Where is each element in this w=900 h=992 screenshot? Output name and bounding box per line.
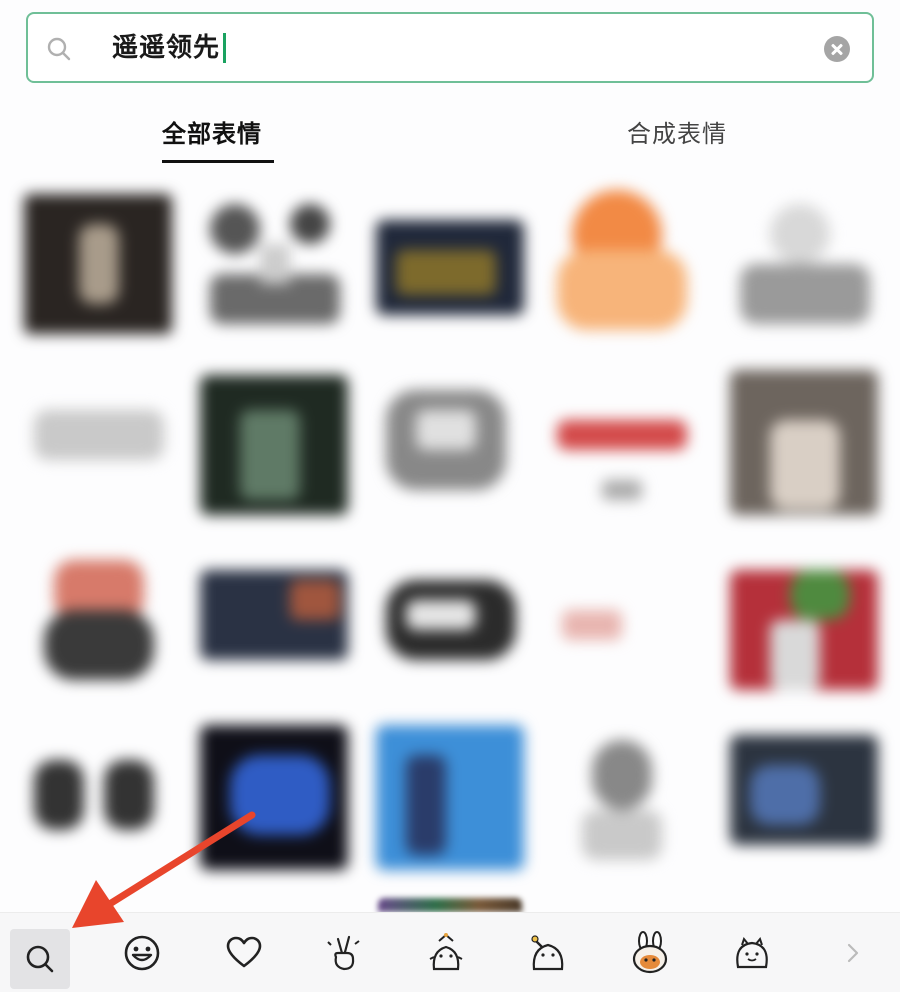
search-icon bbox=[26, 945, 54, 973]
peace-hand-icon bbox=[327, 935, 360, 971]
sticker-item[interactable] bbox=[200, 370, 350, 520]
sticker-pack-icon bbox=[531, 935, 564, 971]
search-input[interactable]: 遥遥领先 bbox=[112, 31, 227, 65]
toolbar-favorites-button[interactable] bbox=[222, 931, 266, 975]
search-bar[interactable]: 遥遥领先 bbox=[26, 12, 874, 83]
toolbar-search-button[interactable] bbox=[10, 929, 70, 989]
sticker-item[interactable] bbox=[24, 194, 174, 344]
sticker-item[interactable] bbox=[376, 370, 526, 520]
toolbar-more-button[interactable] bbox=[838, 931, 868, 975]
sticker-item[interactable] bbox=[552, 730, 702, 880]
search-icon bbox=[47, 37, 71, 61]
sticker-toolbar bbox=[0, 912, 900, 992]
sticker-search-panel: 遥遥领先 全部表情 合成表情 bbox=[0, 0, 900, 992]
sticker-item[interactable] bbox=[552, 570, 702, 720]
sticker-pack-icon bbox=[736, 936, 768, 969]
toolbar-pack-button-4[interactable] bbox=[628, 931, 672, 975]
sticker-item[interactable] bbox=[730, 194, 880, 344]
sticker-item[interactable] bbox=[730, 560, 880, 710]
clear-icon[interactable] bbox=[824, 36, 850, 62]
toolbar-pack-button-2[interactable] bbox=[424, 931, 468, 975]
sticker-item-partial[interactable] bbox=[378, 898, 522, 912]
toolbar-pack-button-1[interactable] bbox=[322, 931, 366, 975]
heart-icon bbox=[226, 936, 262, 968]
chevron-right-icon bbox=[847, 943, 859, 963]
toolbar-pack-button-5[interactable] bbox=[730, 931, 774, 975]
sticker-item[interactable] bbox=[376, 550, 526, 700]
sticker-item[interactable] bbox=[24, 370, 174, 520]
sticker-item[interactable] bbox=[376, 210, 526, 360]
sticker-pack-icon bbox=[429, 933, 463, 971]
sticker-item[interactable] bbox=[24, 730, 174, 880]
sticker-item[interactable] bbox=[200, 194, 350, 344]
sticker-item[interactable] bbox=[730, 370, 880, 520]
sticker-item[interactable] bbox=[730, 735, 880, 885]
sticker-item[interactable] bbox=[552, 190, 702, 340]
rabbit-sticker-icon bbox=[632, 931, 668, 974]
sticker-item[interactable] bbox=[200, 570, 350, 720]
toolbar-emoji-button[interactable] bbox=[120, 931, 164, 975]
sticker-item[interactable] bbox=[552, 370, 702, 520]
toolbar-pack-button-3[interactable] bbox=[526, 931, 570, 975]
emoji-face-icon bbox=[124, 935, 160, 971]
sticker-item[interactable] bbox=[200, 725, 350, 875]
sticker-item[interactable] bbox=[376, 725, 526, 875]
search-query: 遥遥领先 bbox=[112, 33, 221, 63]
sticker-grid bbox=[0, 180, 900, 880]
tab-all-stickers[interactable]: 全部表情 bbox=[162, 116, 262, 152]
tab-synthesized-stickers[interactable]: 合成表情 bbox=[627, 116, 727, 152]
active-tab-underline bbox=[162, 160, 274, 163]
sticker-item[interactable] bbox=[24, 550, 174, 700]
text-caret bbox=[223, 33, 227, 63]
